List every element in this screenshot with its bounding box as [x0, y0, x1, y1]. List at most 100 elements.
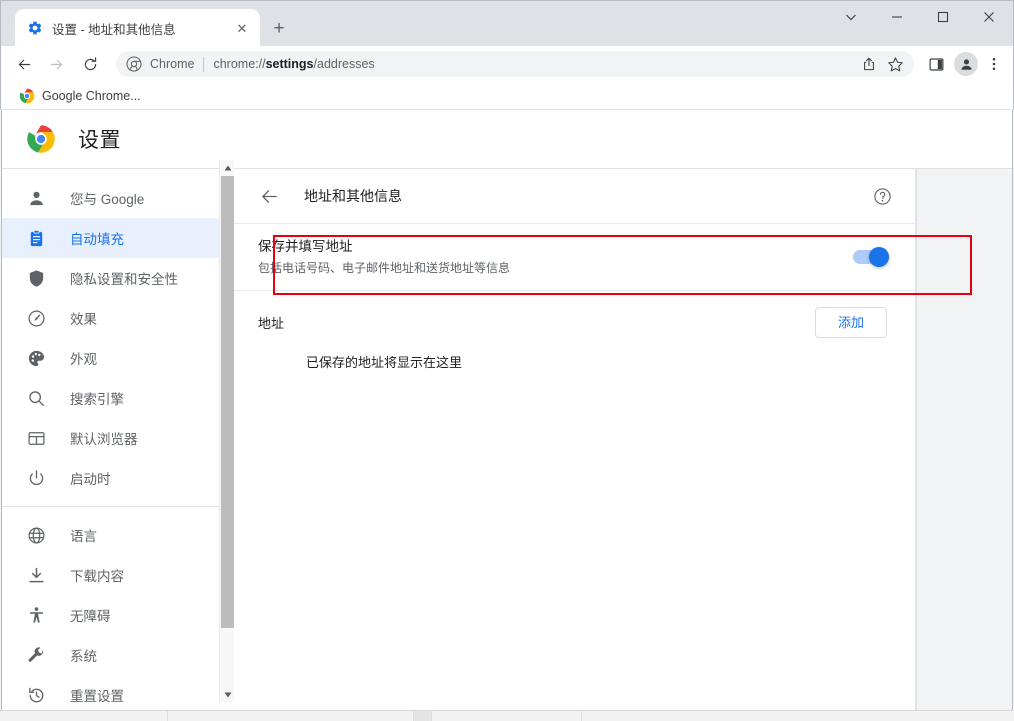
toggle-knob: [869, 247, 889, 267]
bookmark-item[interactable]: Google Chrome...: [13, 85, 147, 107]
chrome-logo-icon: [26, 124, 56, 154]
sidebar-item-label: 自动填充: [70, 232, 124, 247]
url-bold-part: settings: [265, 57, 314, 71]
scrollbar-thumb[interactable]: [221, 176, 234, 628]
close-icon[interactable]: [966, 1, 1012, 32]
tab-title: 设置 - 地址和其他信息: [52, 22, 176, 37]
maximize-icon[interactable]: [920, 1, 966, 32]
sidebar-item-privacy-security[interactable]: 隐私设置和安全性: [2, 258, 234, 298]
sidebar-item-label: 默认浏览器: [70, 432, 138, 447]
sidebar-item-default-browser[interactable]: 默认浏览器: [2, 418, 234, 458]
globe-icon: [26, 525, 46, 545]
taskbar-cell: [432, 711, 582, 721]
subpage-title: 地址和其他信息: [304, 188, 402, 204]
shield-icon: [26, 268, 46, 288]
sidebar-item-label: 启动时: [70, 472, 111, 487]
settings-header: 设置: [2, 110, 1012, 168]
address-bar[interactable]: Chrome chrome://settings/addresses: [116, 51, 914, 77]
sidebar-scrollbar[interactable]: [219, 160, 234, 702]
addresses-section-header: 地址 添加: [234, 291, 915, 353]
sidebar-item-languages[interactable]: 语言: [2, 515, 234, 555]
omnibox-actions: [856, 51, 908, 77]
chrome-logo-icon: [19, 88, 35, 104]
settings-body: 您与 Google 自动填充 隐私设置和安全性 效果 外观 搜索引擎 默认浏览器…: [2, 160, 1012, 710]
scroll-down-arrow-icon[interactable]: [220, 687, 235, 702]
taskbar-cell: [0, 711, 168, 721]
tab-settings-addresses[interactable]: 设置 - 地址和其他信息 ✕: [15, 9, 260, 47]
row-subtitle: 包括电话号码、电子邮件地址和送货地址等信息: [258, 260, 511, 275]
os-taskbar: [0, 710, 1014, 721]
new-tab-button[interactable]: +: [266, 15, 292, 41]
browser-window: 设置 - 地址和其他信息 ✕ + Chrome chrome://setting…: [0, 0, 1014, 721]
share-icon[interactable]: [856, 51, 882, 77]
sidebar-item-label: 效果: [70, 312, 97, 327]
clipboard-icon: [26, 228, 46, 248]
url-prefix: chrome://: [213, 57, 266, 71]
page-title: 设置: [78, 128, 121, 152]
save-and-fill-addresses-toggle[interactable]: [853, 247, 889, 267]
power-icon: [26, 468, 46, 488]
sidebar-item-label: 重置设置: [70, 689, 124, 704]
url-suffix: /addresses: [313, 57, 375, 71]
taskbar-cell: [168, 711, 414, 721]
sidebar-item-appearance[interactable]: 外观: [2, 338, 234, 378]
restore-icon: [26, 685, 46, 705]
sidebar-item-accessibility[interactable]: 无障碍: [2, 595, 234, 635]
scroll-up-arrow-icon[interactable]: [220, 160, 235, 175]
person-icon: [26, 188, 46, 208]
sidebar-item-search-engine[interactable]: 搜索引擎: [2, 378, 234, 418]
sidebar-divider: [2, 506, 226, 507]
sidebar-item-you-and-google[interactable]: 您与 Google: [2, 178, 234, 218]
sidebar-item-label: 无障碍: [70, 609, 111, 624]
omnibox-url: chrome://settings/addresses: [213, 57, 374, 71]
three-dot-menu-icon[interactable]: [980, 50, 1008, 78]
sidebar-item-autofill[interactable]: 自动填充: [2, 218, 234, 258]
back-icon[interactable]: [10, 50, 38, 78]
accessibility-icon: [26, 605, 46, 625]
tab-close-icon[interactable]: ✕: [232, 18, 252, 38]
browser-toolbar: Chrome chrome://settings/addresses: [0, 46, 1014, 82]
subpage-header: 地址和其他信息: [234, 169, 915, 223]
row-title: 保存并填写地址: [258, 239, 353, 255]
back-arrow-icon[interactable]: [258, 185, 280, 207]
sidebar-item-performance[interactable]: 效果: [2, 298, 234, 338]
bookmark-label: Google Chrome...: [42, 88, 141, 103]
row-texts: 保存并填写地址 包括电话号码、电子邮件地址和送货地址等信息: [258, 237, 853, 277]
bookmarks-bar: Google Chrome...: [0, 82, 1014, 110]
profile-avatar-icon[interactable]: [954, 52, 978, 76]
sidebar-item-label: 语言: [70, 529, 97, 544]
settings-gear-icon: [27, 20, 43, 36]
sidebar-item-on-startup[interactable]: 启动时: [2, 458, 234, 498]
download-icon: [26, 565, 46, 585]
sidebar-item-label: 下载内容: [70, 569, 124, 584]
content-card: 地址和其他信息 保存并填写地址 包括电话号码、电子邮件地址和送货地址等信息 地址…: [234, 169, 916, 710]
addresses-section-title: 地址: [258, 315, 285, 331]
sidebar-item-system[interactable]: 系统: [2, 635, 234, 675]
reload-icon[interactable]: [76, 50, 104, 78]
help-circle-icon[interactable]: [871, 185, 893, 207]
window-controls: [828, 1, 1012, 32]
omnibox-scheme-label: Chrome: [150, 57, 195, 71]
tab-strip: 设置 - 地址和其他信息 ✕ +: [0, 0, 1014, 47]
side-panel-icon[interactable]: [922, 50, 950, 78]
forward-icon: [42, 50, 70, 78]
star-icon[interactable]: [882, 51, 908, 77]
chrome-page-icon: [126, 56, 142, 72]
settings-main-content: 地址和其他信息 保存并填写地址 包括电话号码、电子邮件地址和送货地址等信息 地址…: [234, 169, 1012, 710]
palette-icon: [26, 348, 46, 368]
sidebar-item-downloads[interactable]: 下载内容: [2, 555, 234, 595]
sidebar-item-label: 外观: [70, 352, 97, 367]
settings-sidebar: 您与 Google 自动填充 隐私设置和安全性 效果 外观 搜索引擎 默认浏览器…: [2, 160, 234, 710]
sidebar-item-label: 系统: [70, 649, 97, 664]
sidebar-item-reset-settings[interactable]: 重置设置: [2, 675, 234, 710]
sidebar-item-label: 隐私设置和安全性: [70, 272, 178, 287]
add-address-button[interactable]: 添加: [814, 306, 887, 338]
chevron-down-icon[interactable]: [828, 1, 874, 32]
toolbar-right-actions: [920, 50, 1013, 78]
save-and-fill-addresses-row[interactable]: 保存并填写地址 包括电话号码、电子邮件地址和送货地址等信息: [234, 224, 915, 290]
browser-window-icon: [26, 428, 46, 448]
sidebar-item-label: 您与 Google: [70, 192, 145, 207]
speedometer-icon: [26, 308, 46, 328]
minimize-icon[interactable]: [874, 1, 920, 32]
addresses-empty-state: 已保存的地址将显示在这里: [306, 355, 463, 370]
